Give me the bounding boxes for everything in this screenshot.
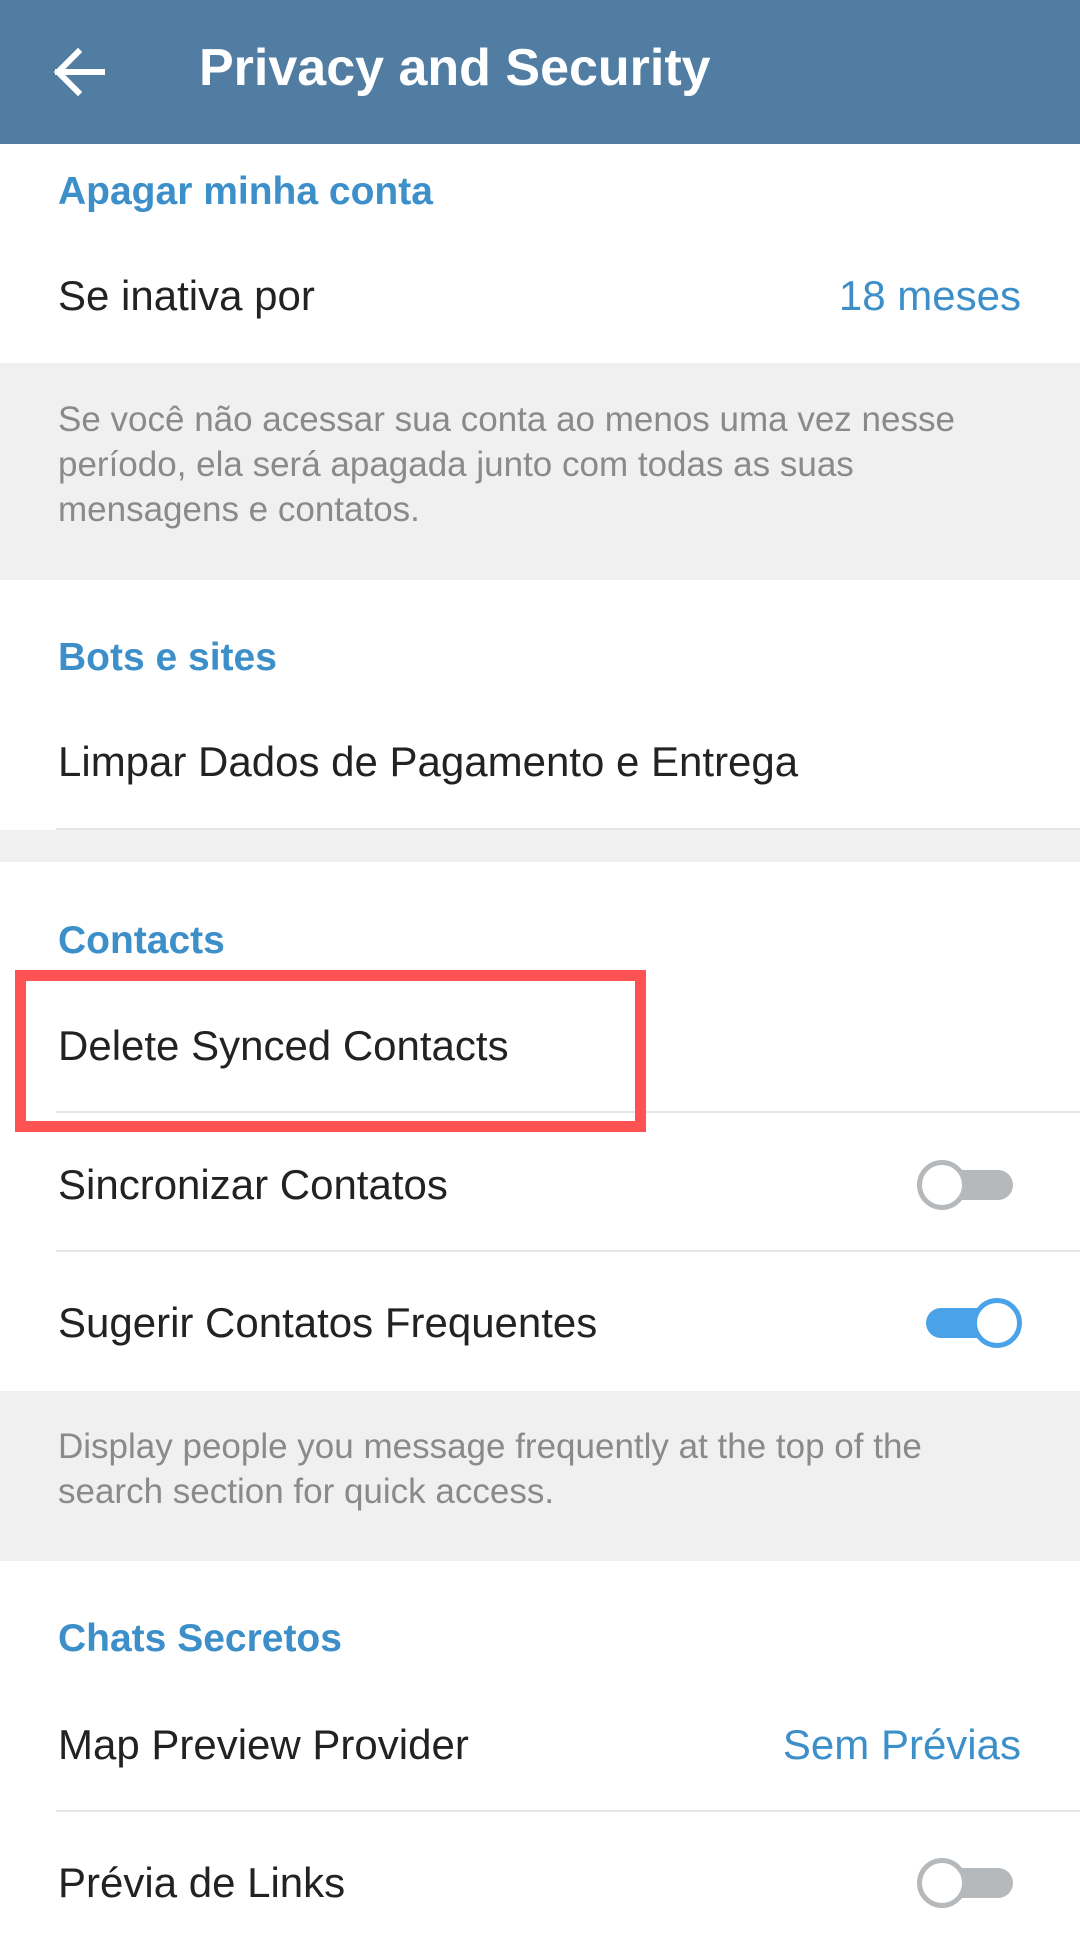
row-label: Prévia de Links: [58, 1859, 346, 1906]
sync-contacts-toggle[interactable]: [917, 1154, 1017, 1214]
divider: [56, 1250, 1080, 1252]
section-title-bots: Bots e sites: [58, 636, 277, 679]
divider: [56, 1810, 1080, 1812]
toggle-knob: [972, 1298, 1022, 1348]
row-clear-payment-data[interactable]: Limpar Dados de Pagamento e Entrega: [0, 693, 1080, 831]
app-header: Privacy and Security: [0, 0, 1080, 144]
row-inactive-period[interactable]: Se inativa por 18 meses: [0, 227, 1080, 365]
row-value: 18 meses: [838, 272, 1021, 319]
row-value: Sem Prévias: [782, 1721, 1021, 1768]
arrow-left-icon: [53, 47, 105, 97]
row-label: Map Preview Provider: [58, 1721, 469, 1768]
section-title-contacts: Contacts: [58, 919, 225, 962]
link-preview-toggle[interactable]: [917, 1852, 1017, 1912]
info-text: Display people you message frequently at…: [58, 1427, 922, 1511]
back-button[interactable]: [40, 32, 120, 112]
row-map-preview-provider[interactable]: Map Preview Provider Sem Prévias: [0, 1676, 1080, 1814]
row-label: Se inativa por: [58, 272, 315, 319]
row-sync-contacts[interactable]: Sincronizar Contatos: [0, 1116, 1080, 1254]
suggest-contacts-toggle[interactable]: [922, 1292, 1022, 1352]
row-label: Sincronizar Contatos: [58, 1161, 448, 1208]
page-title: Privacy and Security: [199, 39, 711, 97]
section-title-secret-chats: Chats Secretos: [58, 1617, 342, 1660]
row-suggest-frequent-contacts[interactable]: Sugerir Contatos Frequentes: [0, 1254, 1080, 1392]
toggle-knob: [917, 1858, 967, 1908]
row-link-previews[interactable]: Prévia de Links: [0, 1814, 1080, 1952]
highlight-box: [15, 970, 646, 1132]
info-block-contacts: Display people you message frequently at…: [0, 1391, 1080, 1561]
section-title-delete-account: Apagar minha conta: [58, 170, 433, 213]
section-gap: [0, 830, 1080, 862]
row-label: Sugerir Contatos Frequentes: [58, 1299, 598, 1346]
toggle-knob: [917, 1160, 967, 1210]
row-label: Limpar Dados de Pagamento e Entrega: [58, 738, 799, 785]
info-text: Se você não acessar sua conta ao menos u…: [58, 400, 955, 529]
info-block-delete-account: Se você não acessar sua conta ao menos u…: [0, 363, 1080, 580]
